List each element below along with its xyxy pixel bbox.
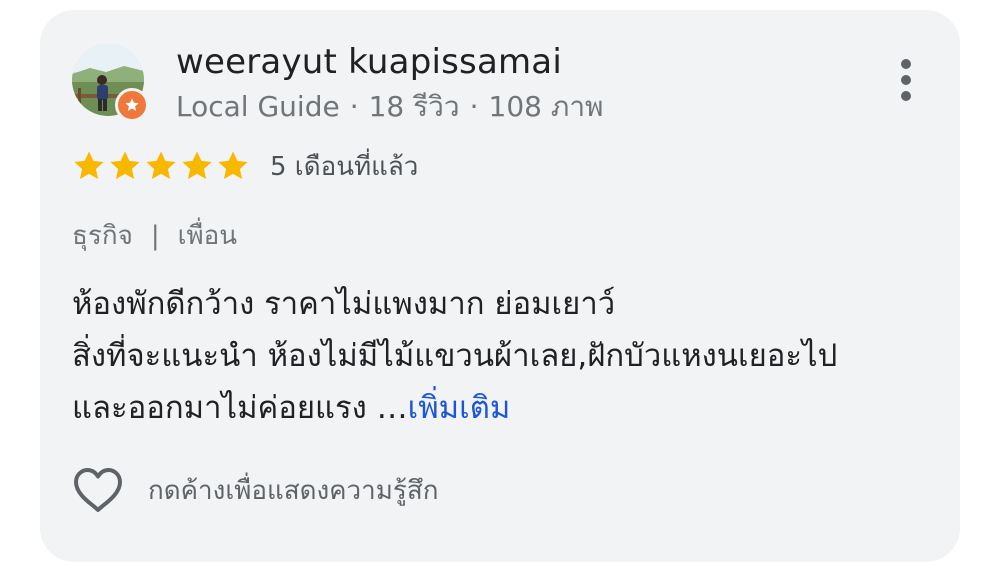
read-more-link[interactable]: เพิ่มเติม [408, 390, 511, 426]
heart-outline-icon[interactable] [72, 466, 124, 514]
badge-star-icon [125, 98, 139, 111]
star-icon [74, 151, 104, 180]
star-rating [72, 149, 250, 183]
like-label: กดค้างเพื่อแสดงความรู้สึก [148, 475, 439, 506]
tag-business: ธุรกิจ [72, 221, 133, 251]
photo-count: 108 ภาพ [488, 90, 604, 123]
tag-friends: เพื่อน [177, 221, 237, 251]
meta-separator: · [349, 90, 359, 123]
review-line: ห้องพักดีกว้าง ราคาไม่แพงมาก ย่อมเยาว์ [72, 286, 616, 322]
star-icon [110, 151, 140, 180]
star-icon [218, 151, 248, 180]
review-tags: ธุรกิจ | เพื่อน [72, 216, 237, 256]
meta-separator: · [469, 90, 479, 123]
review-card: weerayut kuapissamai Local Guide · 18 รีวิ… [40, 10, 960, 562]
review-time: 5 เดือนที่แล้ว [270, 151, 419, 182]
review-text: ห้องพักดีกว้าง ราคาไม่แพงมาก ย่อมเยาว์ ส… [72, 278, 932, 434]
review-line-last: และออกมาไม่ค่อยแรง …เพิ่มเติม [72, 382, 932, 434]
local-guide-badge-icon [115, 88, 149, 122]
review-count: 18 รีวิว [368, 90, 460, 123]
reviewer-name[interactable]: weerayut kuapissamai [176, 40, 562, 84]
menu-dot [901, 91, 911, 101]
star-icon [182, 151, 212, 180]
like-row[interactable]: กดค้างเพื่อแสดงความรู้สึก [72, 462, 438, 518]
rating-row: 5 เดือนที่แล้ว [72, 146, 418, 186]
review-line: สิ่งที่จะแนะนำ ห้องไม่มีไม้แขวนผ้าเลย,ฝั… [72, 338, 838, 374]
review-line: และออกมาไม่ค่อยแรง … [72, 390, 408, 426]
local-guide-label: Local Guide [176, 90, 340, 123]
more-vertical-icon[interactable] [888, 54, 924, 106]
tag-separator: | [150, 221, 160, 251]
menu-dot [901, 59, 911, 69]
menu-dot [901, 75, 911, 85]
star-icon [146, 151, 176, 180]
reviewer-meta: Local Guide · 18 รีวิว · 108 ภาพ [176, 88, 604, 126]
